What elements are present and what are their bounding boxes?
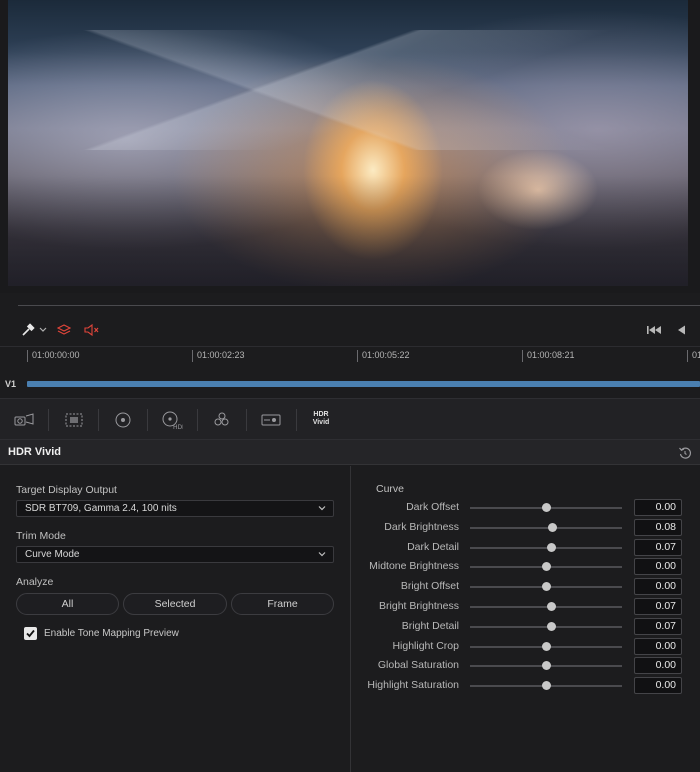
param-row-dark-detail: Dark Detail 0.07: [352, 539, 700, 557]
analyze-selected-button[interactable]: Selected: [123, 593, 227, 615]
analyze-frame-button[interactable]: Frame: [231, 593, 334, 615]
trim-mode-label: Trim Mode: [16, 530, 66, 542]
slider-knob[interactable]: [542, 661, 551, 670]
rgb-mixer-icon[interactable]: [210, 409, 234, 431]
chevron-down-icon: [318, 506, 326, 511]
slider-knob[interactable]: [542, 503, 551, 512]
toolstrip-divider: [197, 409, 198, 431]
mute-icon[interactable]: [83, 322, 101, 338]
timecode-label: 01:00:05:22: [357, 350, 410, 362]
timecode-label: 01:00:08:21: [522, 350, 575, 362]
timecode-label: 01:00:00:00: [27, 350, 80, 362]
param-value-field[interactable]: 0.00: [634, 657, 682, 674]
timecode-label: 01:00:02:23: [192, 350, 245, 362]
param-row-global-saturation: Global Saturation 0.00: [352, 657, 700, 675]
hdr-vivid-tool-button[interactable]: HDR Vivid: [309, 411, 333, 427]
param-label: Global Saturation: [377, 659, 459, 671]
param-row-bright-offset: Bright Offset 0.00: [352, 578, 700, 596]
param-value-field[interactable]: 0.08: [634, 519, 682, 536]
toolstrip-divider: [48, 409, 49, 431]
target-display-dropdown[interactable]: SDR BT709, Gamma 2.4, 100 nits: [16, 500, 334, 517]
param-row-dark-brightness: Dark Brightness 0.08: [352, 519, 700, 537]
toolstrip-divider: [246, 409, 247, 431]
viewer-toolbar: [0, 314, 700, 346]
param-label: Bright Detail: [401, 620, 459, 632]
color-wheels-icon[interactable]: [111, 409, 135, 431]
param-label: Highlight Saturation: [367, 679, 459, 691]
timecode-label: 01: [687, 350, 700, 362]
curve-title: Curve: [376, 483, 405, 495]
palette-toolstrip: HDR HDR Vivid: [0, 398, 700, 440]
param-label: Bright Offset: [400, 580, 459, 592]
toolstrip-divider: [147, 409, 148, 431]
chevron-down-icon: [318, 552, 326, 557]
hdr-vivid-line2: Vivid: [312, 419, 330, 426]
param-label: Dark Brightness: [384, 521, 459, 533]
play-reverse-icon[interactable]: [675, 322, 687, 338]
svg-text:HDR: HDR: [173, 424, 183, 430]
slider-knob[interactable]: [546, 543, 556, 552]
hdr-vivid-line1: HDR: [313, 411, 329, 418]
color-match-icon[interactable]: [62, 409, 86, 431]
slider-knob[interactable]: [542, 681, 551, 690]
analyze-label: Analyze: [16, 576, 54, 588]
camera-raw-icon[interactable]: [12, 409, 36, 431]
skip-to-start-icon[interactable]: [645, 322, 663, 338]
mini-timeline[interactable]: 01:00:00:00 01:00:02:23 01:00:05:22 01:0…: [0, 346, 700, 398]
slider-knob[interactable]: [542, 562, 551, 571]
slider-knob[interactable]: [546, 622, 556, 631]
video-viewer: [0, 0, 700, 293]
param-row-bright-detail: Bright Detail 0.07: [352, 618, 700, 636]
motion-effects-icon[interactable]: [259, 409, 283, 431]
param-row-midtone-brightness: Midtone Brightness 0.00: [352, 558, 700, 576]
tone-mapping-checkbox[interactable]: [24, 627, 37, 640]
param-value-field[interactable]: 0.00: [634, 677, 682, 694]
forest-foreground: [8, 176, 688, 286]
param-label: Bright Brightness: [379, 600, 459, 612]
eyedropper-icon[interactable]: [20, 322, 36, 338]
hdr-vivid-panel-header: HDR Vivid: [0, 440, 700, 465]
param-value-field[interactable]: 0.00: [634, 499, 682, 516]
analyze-all-button[interactable]: All: [16, 593, 119, 615]
target-display-value: SDR BT709, Gamma 2.4, 100 nits: [25, 503, 177, 514]
param-value-field[interactable]: 0.07: [634, 598, 682, 615]
track-label: V1: [5, 379, 17, 389]
trim-mode-dropdown[interactable]: Curve Mode: [16, 546, 334, 563]
slider-knob[interactable]: [542, 582, 551, 591]
slider-knob[interactable]: [548, 523, 558, 532]
trim-mode-value: Curve Mode: [25, 549, 80, 560]
param-label: Midtone Brightness: [369, 560, 459, 572]
param-row-dark-offset: Dark Offset 0.00: [352, 499, 700, 517]
param-label: Highlight Crop: [392, 640, 459, 652]
mountain-ridges: [8, 30, 688, 150]
layers-icon[interactable]: [56, 322, 72, 338]
param-label: Dark Offset: [406, 501, 459, 513]
toolstrip-divider: [98, 409, 99, 431]
slider-knob[interactable]: [542, 642, 551, 651]
param-row-highlight-crop: Highlight Crop 0.00: [352, 638, 700, 656]
toolstrip-divider: [296, 409, 297, 431]
param-value-field[interactable]: 0.00: [634, 578, 682, 595]
chevron-down-icon[interactable]: [38, 322, 48, 338]
param-value-field[interactable]: 0.07: [634, 539, 682, 556]
param-value-field[interactable]: 0.00: [634, 638, 682, 655]
param-row-highlight-saturation: Highlight Saturation 0.00: [352, 677, 700, 695]
panel-title: HDR Vivid: [8, 446, 61, 458]
checkmark-icon: [26, 629, 35, 638]
param-value-field[interactable]: 0.07: [634, 618, 682, 635]
param-label: Dark Detail: [407, 541, 459, 553]
tone-mapping-label: Enable Tone Mapping Preview: [44, 628, 179, 639]
slider-knob[interactable]: [546, 602, 556, 611]
param-slider[interactable]: [470, 527, 622, 529]
reset-icon[interactable]: [678, 446, 692, 460]
timecode-ruler[interactable]: 01:00:00:00 01:00:02:23 01:00:05:22 01:0…: [0, 347, 700, 363]
hdr-wheels-icon[interactable]: HDR: [160, 409, 184, 431]
param-value-field[interactable]: 0.00: [634, 558, 682, 575]
target-display-label: Target Display Output: [16, 484, 117, 496]
video-track-clip[interactable]: [27, 381, 700, 387]
video-frame: [8, 0, 688, 286]
viewer-scrubber[interactable]: [18, 305, 700, 306]
param-row-bright-brightness: Bright Brightness 0.07: [352, 598, 700, 616]
